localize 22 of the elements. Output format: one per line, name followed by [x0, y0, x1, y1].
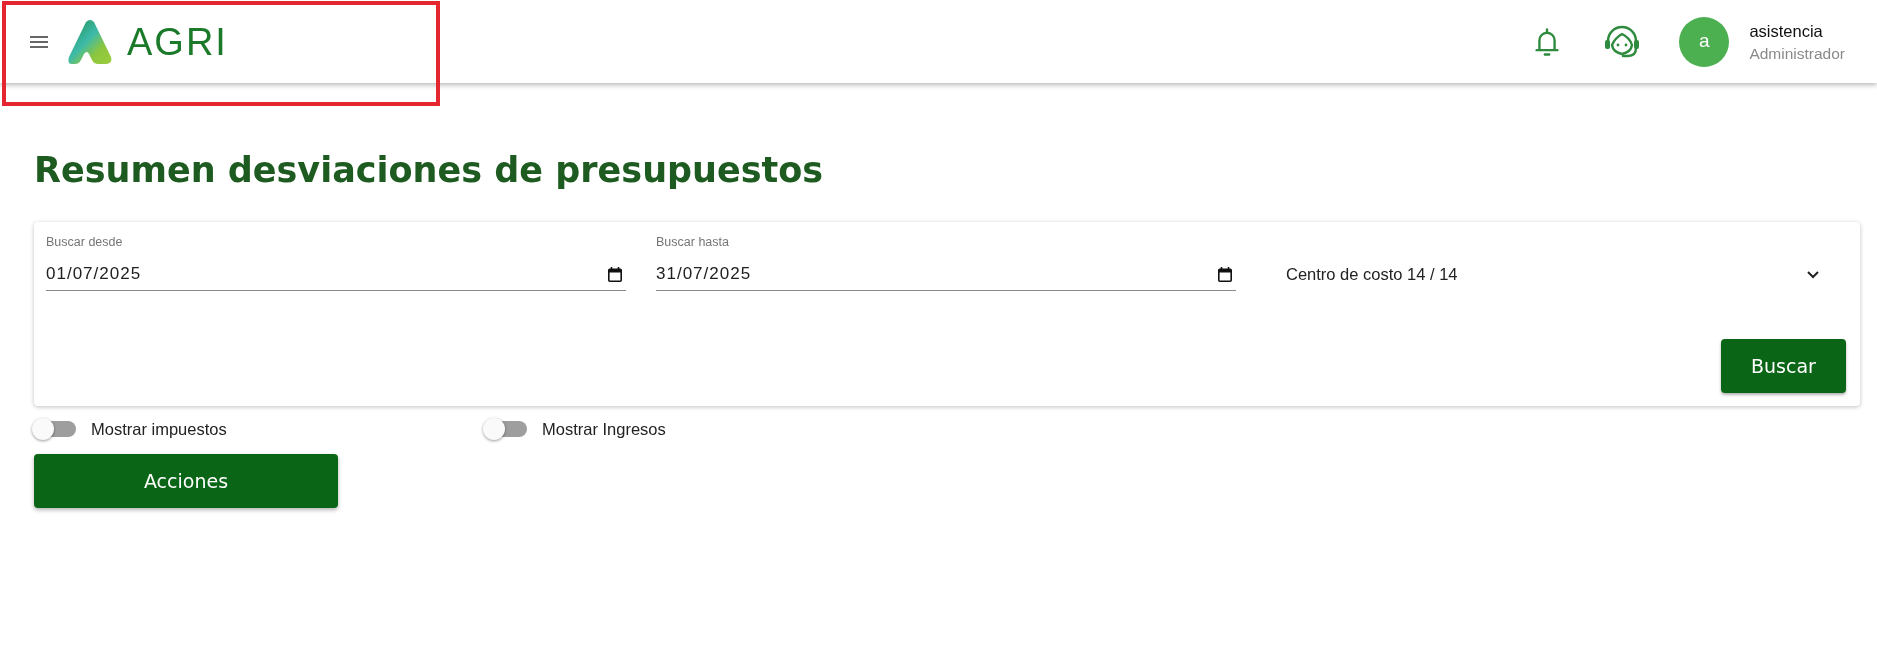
field-label: Buscar desde [46, 234, 123, 250]
calendar-icon[interactable] [1218, 267, 1232, 282]
user-role: Administrador [1749, 43, 1845, 64]
toggle-label: Mostrar Ingresos [542, 418, 666, 440]
headset-icon[interactable] [1603, 24, 1642, 59]
menu-icon[interactable] [30, 35, 48, 48]
cost-center-select[interactable]: Centro de costo 14 / 14 [1266, 258, 1846, 291]
actions-button[interactable]: Acciones [34, 454, 338, 508]
field-label: Buscar hasta [656, 234, 729, 250]
user-name: asistencia [1749, 20, 1824, 42]
search-button[interactable]: Buscar [1721, 339, 1846, 393]
date-input[interactable]: 31/07/2025 [656, 258, 1236, 291]
page-title: Resumen desviaciones de presupuestos [34, 149, 824, 192]
logo-icon [67, 18, 113, 65]
calendar-icon[interactable] [608, 267, 622, 282]
bell-icon[interactable] [1534, 26, 1561, 57]
logo-text: AGRI [127, 19, 228, 64]
toggle-label: Mostrar impuestos [91, 418, 227, 440]
toggle-switch[interactable] [483, 417, 527, 441]
chevron-down-icon[interactable] [1807, 270, 1819, 279]
date-input[interactable]: 01/07/2025 [46, 258, 626, 291]
toggle-switch[interactable] [32, 417, 76, 441]
